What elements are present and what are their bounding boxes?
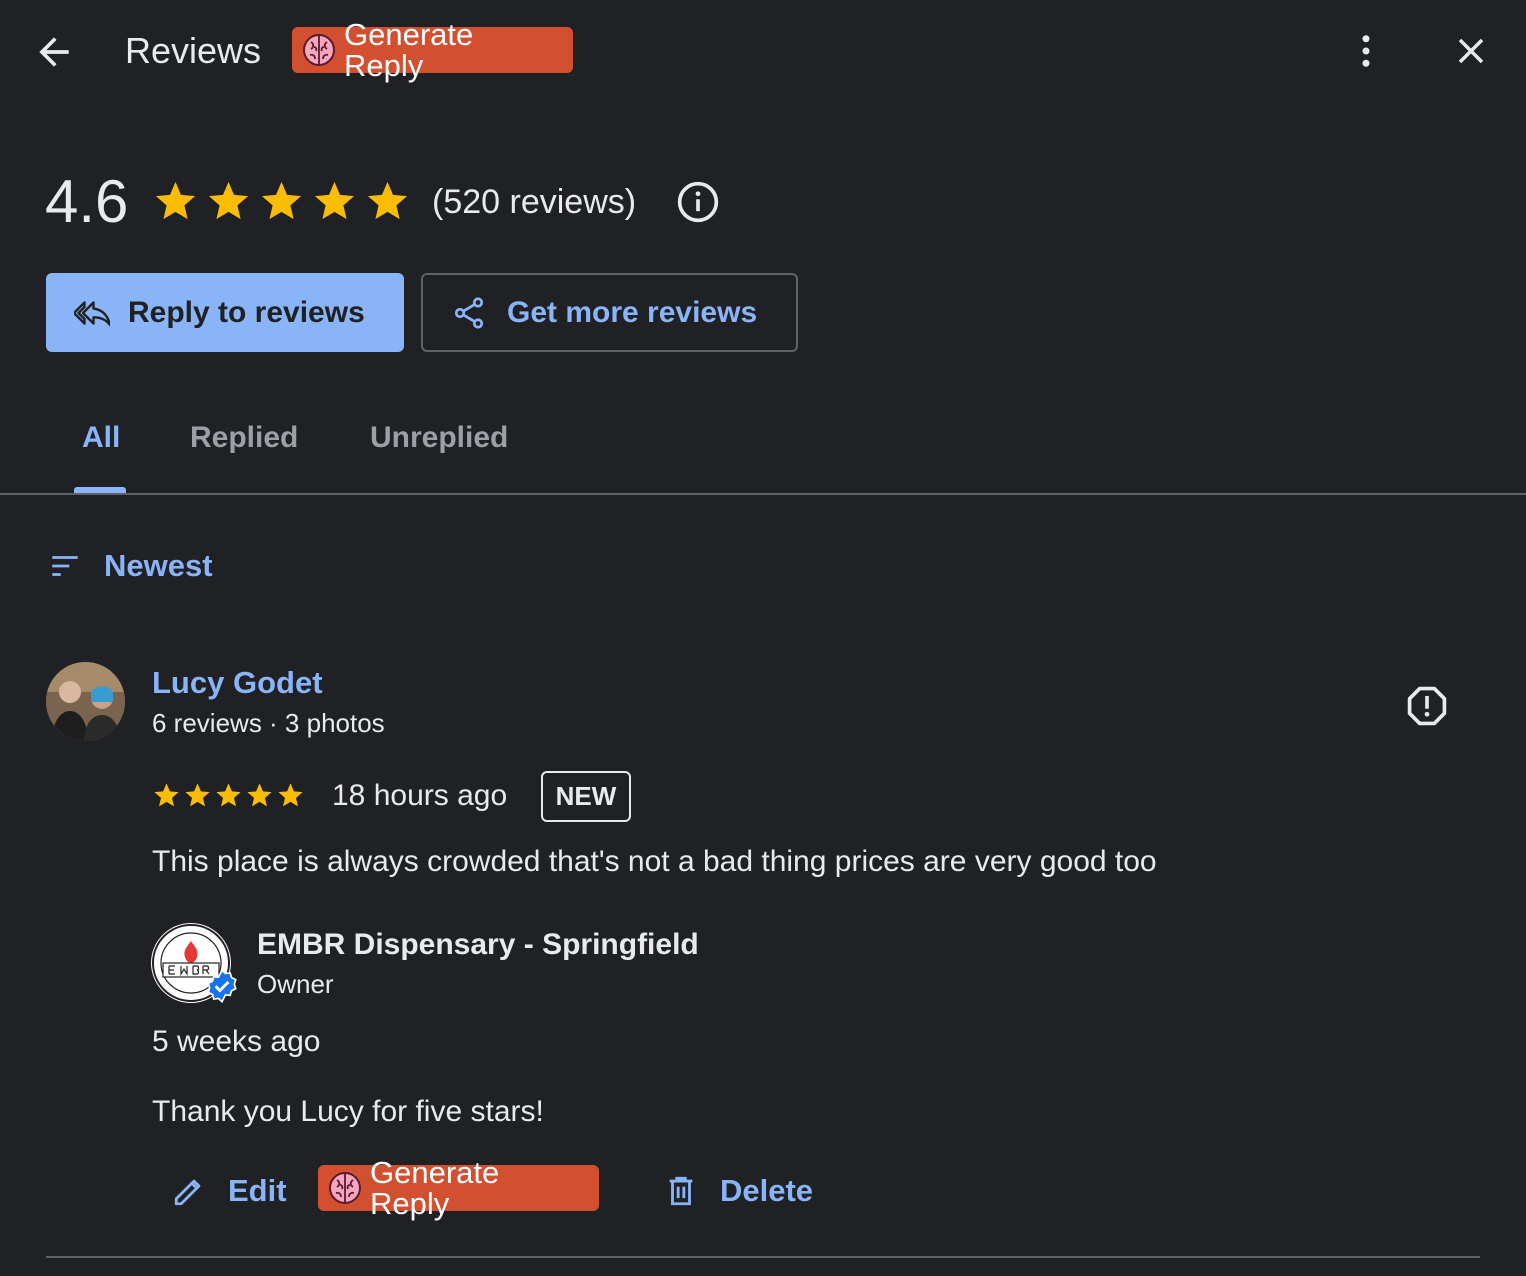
delete-reply-button[interactable]: Delete xyxy=(664,1168,813,1214)
close-button[interactable] xyxy=(1450,30,1492,72)
review-count: (520 reviews) xyxy=(432,183,637,221)
review-time: 18 hours ago xyxy=(332,779,508,812)
brain-icon xyxy=(328,1172,361,1204)
generate-reply-label: Generate Reply xyxy=(343,17,474,83)
sort-icon xyxy=(52,556,78,576)
reviewer-name[interactable]: Lucy Godet xyxy=(152,664,323,702)
edit-reply-button[interactable]: Edit xyxy=(172,1168,287,1214)
trash-icon xyxy=(669,1176,693,1206)
get-more-reviews-label: Get more reviews xyxy=(507,295,758,329)
star-icon xyxy=(314,181,355,220)
verified-badge xyxy=(205,969,239,1003)
brain-icon xyxy=(302,34,335,66)
review-divider xyxy=(46,1256,1480,1258)
star-icon xyxy=(208,181,249,220)
star-icon xyxy=(185,783,210,807)
star-icon xyxy=(154,783,179,807)
more-options-button[interactable] xyxy=(1345,30,1387,72)
reply-to-reviews-label: Reply to reviews xyxy=(128,295,365,329)
owner-name: EMBR Dispensary - Springfield xyxy=(257,928,699,961)
more-vert-icon xyxy=(1362,35,1370,67)
tab-unreplied[interactable]: Unreplied xyxy=(370,418,508,458)
star-icon xyxy=(278,783,303,807)
review-stars xyxy=(152,781,305,810)
generate-reply-button[interactable]: Generate Reply xyxy=(292,19,573,81)
edit-label: Edit xyxy=(228,1173,287,1208)
sort-label: Newest xyxy=(104,548,213,583)
verified-icon xyxy=(207,969,237,1003)
sort-button[interactable]: Newest xyxy=(48,548,213,584)
delete-label: Delete xyxy=(720,1173,814,1208)
generate-reply-label: Generate Reply xyxy=(369,1155,500,1221)
reply-time: 5 weeks ago xyxy=(152,1025,321,1058)
review-text: This place is always crowded that's not … xyxy=(152,845,1157,878)
reply-all-icon xyxy=(74,300,110,326)
report-icon xyxy=(1407,686,1447,726)
reply-text: Thank you Lucy for five stars! xyxy=(152,1095,544,1128)
get-more-reviews-button[interactable]: Get more reviews xyxy=(421,273,798,352)
report-review-button[interactable] xyxy=(1405,684,1449,728)
average-rating: 4.6 xyxy=(45,168,129,235)
owner-role: Owner xyxy=(257,969,334,999)
share-icon xyxy=(454,296,484,329)
page-title: Reviews xyxy=(125,30,262,71)
star-icon xyxy=(216,783,241,807)
edit-icon xyxy=(174,1179,201,1206)
tab-replied[interactable]: Replied xyxy=(190,418,298,458)
reply-to-reviews-button[interactable]: Reply to reviews xyxy=(46,273,404,352)
avatar[interactable] xyxy=(46,662,125,741)
back-button[interactable] xyxy=(32,30,76,74)
tabs-divider xyxy=(0,493,1526,495)
close-icon xyxy=(1458,38,1484,64)
star-icon xyxy=(247,783,272,807)
star-icon xyxy=(261,181,302,220)
info-icon xyxy=(677,181,719,223)
tab-all[interactable]: All xyxy=(82,418,120,458)
arrow-back-icon xyxy=(39,37,69,67)
rating-stars xyxy=(152,178,411,225)
generate-reply-button[interactable]: Generate Reply xyxy=(318,1157,599,1219)
avatar-photo xyxy=(46,662,125,741)
reviewer-meta: 6 reviews · 3 photos xyxy=(152,708,385,738)
star-icon xyxy=(155,181,196,220)
new-badge: NEW xyxy=(541,771,631,822)
star-icon xyxy=(367,181,408,220)
info-button[interactable] xyxy=(676,180,720,224)
